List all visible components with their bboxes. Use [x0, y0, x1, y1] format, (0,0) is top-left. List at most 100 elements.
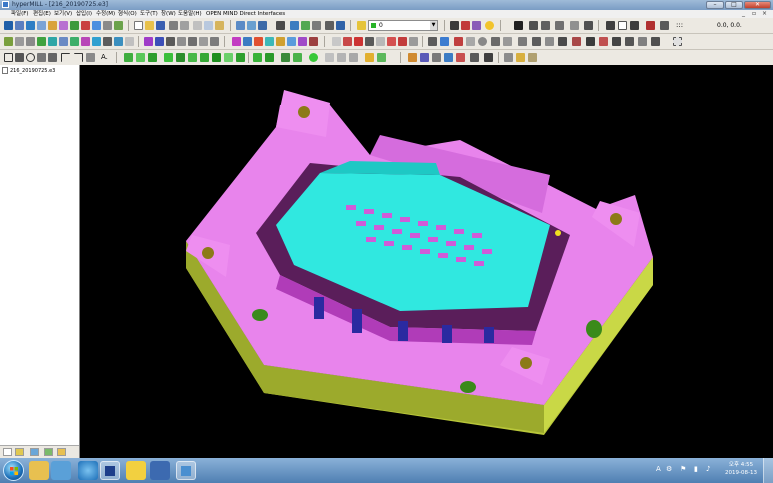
sweep-icon[interactable] — [59, 37, 68, 46]
explorer-taskbar-icon[interactable] — [29, 461, 49, 480]
snap-dots-icon[interactable]: ::: — [676, 21, 683, 30]
ellipse-icon[interactable] — [478, 37, 487, 46]
solid-box-icon[interactable] — [124, 53, 133, 62]
layer-tool-icon[interactable] — [70, 21, 79, 30]
wheel-icon[interactable] — [545, 37, 554, 46]
polyline-icon[interactable] — [86, 53, 95, 62]
copy-icon[interactable] — [204, 21, 213, 30]
doc-restore-icon[interactable]: ▫ — [752, 10, 756, 18]
menu-view[interactable]: 보기(V) — [54, 10, 72, 18]
loft-icon[interactable] — [48, 37, 57, 46]
start-button[interactable] — [3, 460, 24, 481]
shell-icon[interactable] — [232, 37, 241, 46]
rotate-tool-icon[interactable] — [26, 21, 35, 30]
close-button[interactable]: ✕ — [744, 1, 771, 9]
checkmark-icon[interactable] — [586, 37, 595, 46]
parallel-icon[interactable] — [529, 21, 538, 30]
leaf-icon[interactable] — [293, 53, 302, 62]
tab-folders[interactable] — [57, 448, 66, 456]
folder-icon[interactable] — [516, 53, 525, 62]
texture-icon[interactable] — [377, 53, 386, 62]
stack-icon[interactable] — [337, 53, 346, 62]
nc-icon[interactable] — [484, 53, 493, 62]
measure-icon[interactable] — [325, 21, 334, 30]
tray-volume-icon[interactable]: ♪ — [706, 465, 710, 473]
subtract-icon[interactable] — [276, 37, 285, 46]
tree-icon[interactable] — [281, 53, 290, 62]
join-icon[interactable] — [155, 37, 164, 46]
arc-icon[interactable] — [503, 37, 512, 46]
solid-torus-icon[interactable] — [176, 53, 185, 62]
zoom-icon[interactable] — [236, 21, 245, 30]
tab-layers[interactable] — [44, 448, 53, 456]
menu-tools[interactable]: 도구(T) — [140, 10, 158, 18]
solid-sphere-icon[interactable] — [148, 53, 157, 62]
menu-window[interactable]: 창(W) — [161, 10, 176, 18]
bracket-icon[interactable] — [584, 21, 593, 30]
help-icon[interactable] — [336, 21, 345, 30]
menu-help[interactable]: 도움말(H) — [178, 10, 202, 18]
media-taskbar-icon[interactable] — [51, 461, 71, 480]
ie-taskbar-icon[interactable] — [78, 461, 98, 480]
editor-taskbar-icon[interactable] — [176, 461, 196, 480]
menu-edit[interactable]: 편집(E) — [33, 10, 51, 18]
link-icon[interactable] — [504, 53, 513, 62]
chamfer-icon[interactable] — [298, 37, 307, 46]
spline-icon[interactable] — [491, 37, 500, 46]
pattern-icon[interactable] — [188, 37, 197, 46]
angle-icon[interactable] — [440, 37, 449, 46]
shield-icon[interactable] — [454, 37, 463, 46]
bottle-icon[interactable] — [518, 37, 527, 46]
fillet-icon[interactable] — [103, 37, 112, 46]
minimize-button[interactable]: – — [706, 1, 724, 9]
taskbar-clock[interactable]: 오후 4:55 2019-08-13 — [725, 461, 757, 477]
material-icon[interactable] — [365, 53, 374, 62]
tray-lang[interactable]: A — [656, 465, 661, 473]
draft-icon[interactable] — [243, 37, 252, 46]
view-front-icon[interactable] — [290, 21, 299, 30]
solid-cone-icon[interactable] — [164, 53, 173, 62]
color-tool-icon[interactable] — [81, 21, 90, 30]
zoom-fit-icon[interactable] — [258, 21, 267, 30]
archive-icon[interactable] — [528, 53, 537, 62]
shade-tool-icon[interactable] — [59, 21, 68, 30]
dimension-icon[interactable] — [428, 37, 437, 46]
frame-icon[interactable] — [349, 53, 358, 62]
new-file-icon[interactable] — [134, 21, 143, 30]
arrow-icon[interactable] — [612, 37, 621, 46]
layer-manager-icon[interactable] — [357, 21, 366, 30]
hole-icon[interactable] — [309, 37, 318, 46]
pointer-icon[interactable] — [606, 21, 615, 30]
smiley-icon[interactable] — [485, 21, 494, 30]
tab-documents[interactable] — [3, 448, 12, 456]
hash-icon[interactable] — [555, 21, 564, 30]
render-tool-icon[interactable] — [48, 21, 57, 30]
slash-icon[interactable] — [638, 37, 647, 46]
solid-pyramid-icon[interactable] — [212, 53, 221, 62]
attribute-icon[interactable] — [472, 21, 481, 30]
polygon-icon[interactable] — [4, 37, 13, 46]
verify-icon[interactable] — [456, 53, 465, 62]
section-icon[interactable] — [409, 37, 418, 46]
view-top-icon[interactable] — [312, 21, 321, 30]
offset-icon[interactable] — [114, 37, 123, 46]
mill-icon[interactable] — [432, 53, 441, 62]
text-tool[interactable]: A. — [101, 53, 108, 62]
union-icon[interactable] — [287, 37, 296, 46]
simulate-icon[interactable] — [444, 53, 453, 62]
redface-icon[interactable] — [354, 37, 363, 46]
face-icon[interactable] — [343, 37, 352, 46]
show-desktop-button[interactable] — [763, 458, 773, 483]
edge-icon[interactable] — [365, 37, 374, 46]
vertex-icon[interactable] — [376, 37, 385, 46]
delete-icon[interactable] — [514, 21, 523, 30]
cube-icon[interactable] — [325, 53, 334, 62]
flag-icon[interactable] — [572, 37, 581, 46]
refresh-icon[interactable] — [599, 37, 608, 46]
curve-icon[interactable] — [630, 21, 639, 30]
solid-revolve-icon[interactable] — [236, 53, 245, 62]
rectangle-icon[interactable] — [4, 53, 13, 62]
triangle-icon[interactable] — [37, 53, 46, 62]
boolean-icon[interactable] — [254, 37, 263, 46]
tab-pencil[interactable] — [15, 448, 24, 456]
